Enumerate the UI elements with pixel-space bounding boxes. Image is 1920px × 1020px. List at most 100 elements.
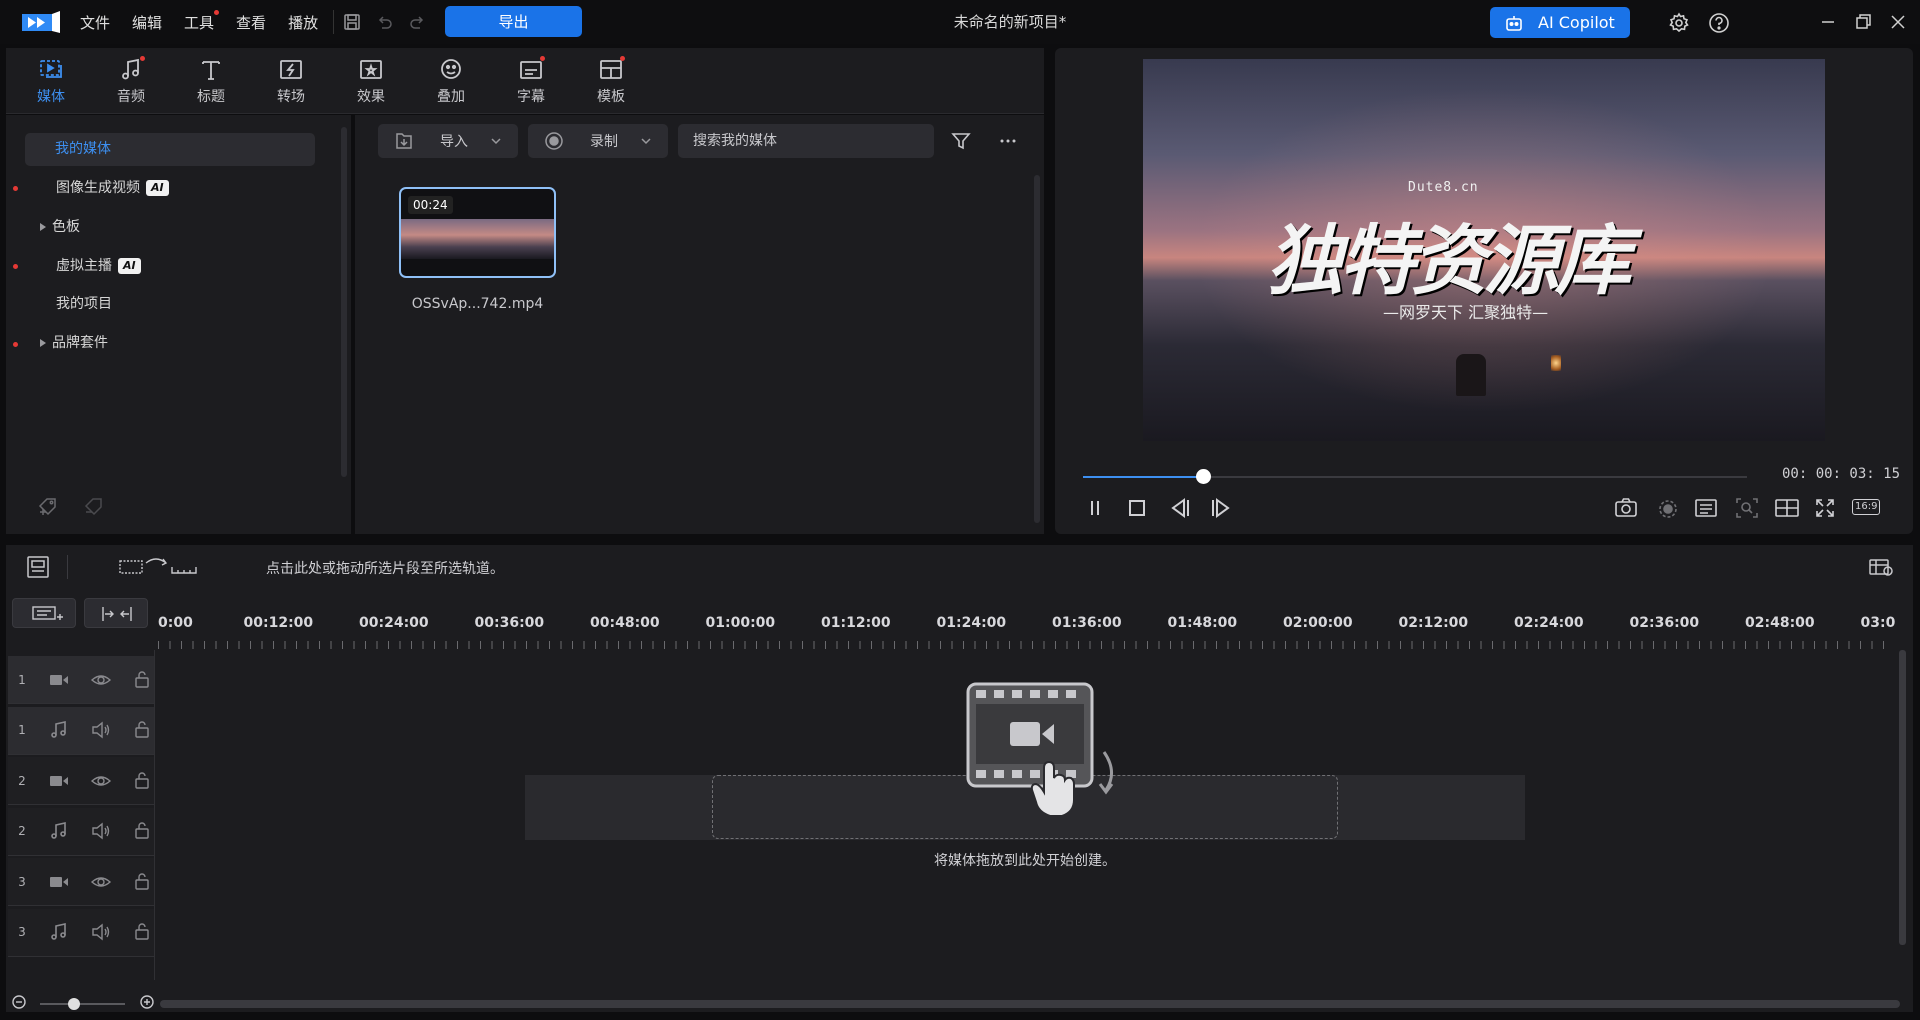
- track-header-video-1[interactable]: 1: [8, 656, 154, 704]
- minimize-icon[interactable]: [1818, 12, 1838, 32]
- render-preview-icon[interactable]: [1656, 497, 1680, 519]
- aspect-ratio-button[interactable]: 16:9: [1852, 499, 1881, 515]
- tab-template[interactable]: 模板: [581, 56, 641, 106]
- import-label: 导入: [440, 134, 468, 150]
- tab-overlay[interactable]: 叠加: [421, 56, 481, 106]
- subtitle-toggle-icon[interactable]: [1694, 497, 1718, 519]
- timeline-view-icon[interactable]: [26, 555, 50, 579]
- zoom-slider[interactable]: [40, 998, 125, 1010]
- tab-media[interactable]: 媒体: [21, 56, 81, 106]
- export-button[interactable]: 导出: [445, 6, 582, 37]
- document-title: 未命名的新项目*: [953, 13, 1067, 31]
- settings-gear-icon[interactable]: [1668, 12, 1689, 33]
- speaker-icon[interactable]: [90, 821, 112, 841]
- timeline-horizontal-scrollbar[interactable]: [160, 1000, 1900, 1008]
- seek-handle[interactable]: [1195, 469, 1211, 484]
- library-item-virtual-anchor[interactable]: 虚拟主播 AI: [56, 250, 141, 283]
- tab-effects[interactable]: 效果: [341, 56, 401, 106]
- snapshot-camera-icon[interactable]: [1614, 497, 1638, 519]
- media-clip-thumbnail[interactable]: 00:24: [399, 187, 556, 278]
- timeline-vertical-scrollbar[interactable]: [1899, 650, 1906, 945]
- redo-icon[interactable]: [408, 12, 428, 32]
- save-icon[interactable]: [342, 12, 362, 32]
- music-note-icon: [48, 821, 70, 841]
- track-number: 3: [18, 874, 26, 889]
- library-item-image-to-video[interactable]: 图像生成视频 AI: [56, 172, 169, 205]
- track-header-video-3[interactable]: 3: [8, 858, 154, 906]
- track-header-audio-3[interactable]: 3: [8, 908, 154, 957]
- move-clip-to-track-icon[interactable]: [118, 555, 198, 579]
- eye-icon[interactable]: [90, 771, 112, 791]
- menu-edit[interactable]: 编辑: [132, 12, 162, 33]
- import-dropdown[interactable]: 导入: [378, 124, 518, 158]
- ai-badge: AI: [146, 180, 169, 196]
- menu-tools[interactable]: 工具: [184, 9, 220, 33]
- add-tag-icon[interactable]: [36, 495, 60, 519]
- lock-icon[interactable]: [132, 922, 152, 942]
- help-icon[interactable]: [1708, 12, 1729, 33]
- track-header-audio-2[interactable]: 2: [8, 807, 154, 856]
- library-item-my-media[interactable]: 我的媒体: [25, 133, 315, 166]
- ai-copilot-button[interactable]: AI Copilot: [1490, 7, 1630, 38]
- speaker-icon[interactable]: [90, 720, 112, 740]
- eye-icon[interactable]: [90, 872, 112, 892]
- track-header-audio-1[interactable]: 1: [8, 706, 154, 755]
- remove-tag-icon[interactable]: [82, 495, 106, 519]
- expand-caret-icon[interactable]: [40, 339, 46, 347]
- undo-icon[interactable]: [374, 12, 394, 32]
- menu-bar: 文件 编辑 工具 查看 播放: [80, 0, 340, 44]
- restore-icon[interactable]: [1853, 12, 1873, 32]
- menu-file[interactable]: 文件: [80, 12, 110, 33]
- tab-subtitle[interactable]: 字幕: [501, 56, 561, 106]
- library-scrollbar[interactable]: [1034, 175, 1040, 523]
- library-item-brand-kit[interactable]: 品牌套件: [40, 327, 108, 360]
- zoom-preview-icon[interactable]: [1735, 497, 1759, 519]
- track-number: 3: [18, 925, 26, 939]
- library-item-color-board[interactable]: 色板: [40, 211, 80, 244]
- library-item-my-projects[interactable]: 我的项目: [56, 288, 112, 321]
- search-media-input[interactable]: 搜索我的媒体: [678, 124, 934, 158]
- fit-timeline-button[interactable]: [84, 598, 148, 628]
- tree-scrollbar[interactable]: [341, 127, 347, 477]
- tab-transition[interactable]: 转场: [261, 56, 321, 106]
- lock-icon[interactable]: [132, 720, 152, 740]
- more-options-icon[interactable]: [997, 130, 1019, 152]
- add-track-button[interactable]: [12, 598, 76, 628]
- timeline-hint[interactable]: 点击此处或拖动所选片段至所选轨道。: [266, 558, 504, 578]
- tab-overlay-label: 叠加: [437, 89, 465, 105]
- lock-icon[interactable]: [132, 872, 152, 892]
- timeline-settings-icon[interactable]: [1868, 555, 1894, 579]
- expand-caret-icon[interactable]: [40, 223, 46, 231]
- pause-icon[interactable]: [1084, 497, 1106, 519]
- tab-title[interactable]: 标题: [181, 56, 241, 106]
- app-logo-icon: [22, 11, 60, 33]
- zoom-slider-handle[interactable]: [68, 998, 80, 1010]
- ruler-label: 0:00: [158, 615, 193, 631]
- zoom-in-icon[interactable]: [140, 995, 154, 1009]
- zoom-out-icon[interactable]: [12, 995, 26, 1009]
- stop-icon[interactable]: [1126, 497, 1148, 519]
- close-icon[interactable]: [1888, 12, 1908, 32]
- layout-grid-icon[interactable]: [1774, 497, 1800, 519]
- preview-video[interactable]: Dute8.cn 独特资源库 —网罗天下 汇聚独特—: [1143, 59, 1825, 441]
- fullscreen-icon[interactable]: [1814, 497, 1836, 519]
- track-header-video-2[interactable]: 2: [8, 757, 154, 805]
- filter-icon[interactable]: [950, 130, 972, 152]
- tab-audio[interactable]: 音频: [101, 56, 161, 106]
- next-frame-icon[interactable]: [1209, 497, 1233, 519]
- eye-icon[interactable]: [90, 670, 112, 690]
- tab-template-label: 模板: [597, 89, 625, 105]
- lock-icon[interactable]: [132, 821, 152, 841]
- menu-view[interactable]: 查看: [236, 12, 266, 33]
- speaker-icon[interactable]: [90, 922, 112, 942]
- previous-frame-icon[interactable]: [1168, 497, 1192, 519]
- menu-play[interactable]: 播放: [288, 12, 318, 33]
- notify-dot: [13, 342, 18, 347]
- tab-transition-label: 转场: [277, 89, 305, 105]
- tab-audio-label: 音频: [117, 89, 145, 105]
- record-dropdown[interactable]: 录制: [528, 124, 668, 158]
- lock-icon[interactable]: [132, 771, 152, 791]
- preview-seek-bar[interactable]: [1083, 469, 1747, 484]
- lock-icon[interactable]: [132, 670, 152, 690]
- music-note-icon: [48, 922, 70, 942]
